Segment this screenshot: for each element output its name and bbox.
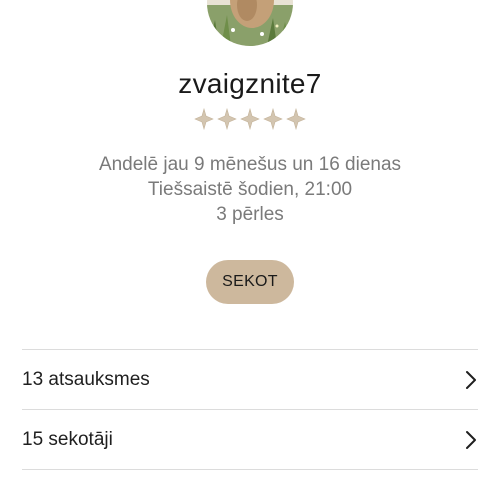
star-icon: [194, 107, 214, 131]
reviews-label: 13 atsauksmes: [22, 368, 150, 390]
profile-page: zvaigznite7 Andelē jau 9 mēnešus un 16 d…: [0, 0, 500, 500]
profile-info: Andelē jau 9 mēnešus un 16 dienas Tiešsa…: [0, 152, 500, 227]
followers-link[interactable]: 15 sekotāji: [22, 409, 478, 470]
star-icon: [240, 107, 260, 131]
username: zvaigznite7: [178, 68, 322, 99]
avatar[interactable]: [207, 0, 293, 46]
chevron-right-icon: [466, 430, 476, 449]
reviews-link[interactable]: 13 atsauksmes: [22, 349, 478, 409]
star-icon: [286, 107, 306, 131]
followers-label: 15 sekotāji: [22, 428, 113, 450]
member-duration: Andelē jau 9 mēnešus un 16 dienas: [98, 154, 402, 175]
star-icon: [217, 107, 237, 131]
rating-stars: [0, 107, 500, 131]
profile-links: 13 atsauksmes 15 sekotāji: [22, 349, 478, 470]
chevron-right-icon: [466, 370, 476, 389]
pearls-count: 3 pērles: [216, 204, 284, 225]
follow-button[interactable]: SEKOT: [206, 260, 294, 304]
last-online: Tiešsaistē šodien, 21:00: [147, 179, 353, 200]
star-icon: [263, 107, 283, 131]
avatar-photo: [207, 0, 293, 46]
